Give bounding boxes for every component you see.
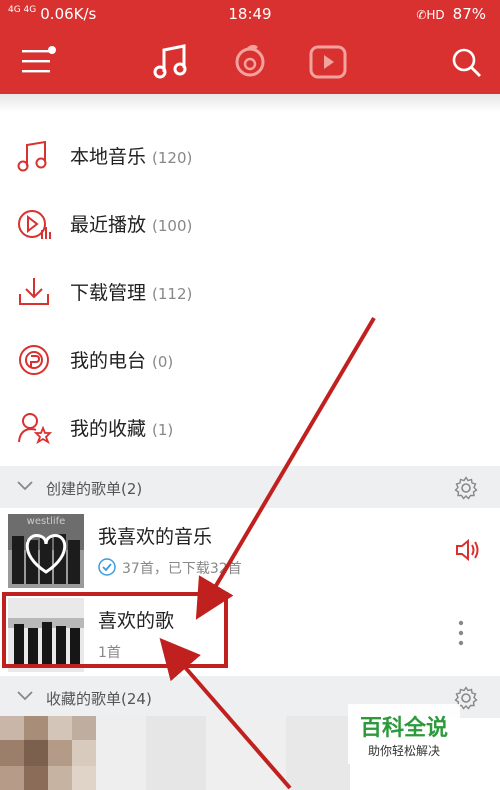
recent-play-icon bbox=[18, 210, 51, 239]
created-playlists-header[interactable]: 创建的歌单(2) bbox=[0, 466, 500, 508]
speaker-playing-icon[interactable] bbox=[454, 538, 480, 562]
more-options-icon[interactable] bbox=[458, 620, 464, 646]
menu-item-local-music[interactable]: 本地音乐 (120) bbox=[0, 122, 500, 190]
music-note-icon bbox=[17, 140, 47, 172]
menu-item-count: (120) bbox=[152, 149, 193, 167]
section-label: 创建的歌单(2) bbox=[46, 480, 143, 498]
menu-item-text: 我的收藏 (1) bbox=[70, 414, 173, 441]
battery-status: ✆HD 87% bbox=[416, 5, 486, 23]
menu-item-text: 我的电台 (0) bbox=[70, 346, 173, 373]
section-label: 收藏的歌单(24) bbox=[46, 690, 152, 708]
menu-item-count: (1) bbox=[152, 421, 174, 439]
top-toolbar bbox=[0, 30, 500, 94]
menu-item-count: (100) bbox=[152, 217, 193, 235]
menu-item-recent-play[interactable]: 最近播放 (100) bbox=[0, 190, 500, 258]
music-note-icon[interactable] bbox=[150, 42, 194, 82]
gear-icon[interactable] bbox=[454, 476, 478, 500]
menu-icon[interactable] bbox=[20, 46, 56, 76]
battery-level: 87% bbox=[452, 5, 486, 23]
menu-item-label: 我的收藏 bbox=[70, 418, 147, 440]
favorite-user-star-icon bbox=[18, 413, 52, 445]
menu-item-my-favorites[interactable]: 我的收藏 (1) bbox=[0, 394, 500, 462]
menu-item-count: (112) bbox=[152, 285, 193, 303]
menu-item-count: (0) bbox=[152, 353, 174, 371]
radio-icon bbox=[19, 345, 49, 375]
menu-item-text: 本地音乐 (120) bbox=[70, 142, 192, 169]
playlist-title: 我喜欢的音乐 bbox=[98, 526, 213, 548]
menu-item-label: 我的电台 bbox=[70, 350, 147, 372]
status-bar: 4G 4G 0.06K/s 18:49 ✆HD 87% bbox=[0, 0, 500, 30]
video-play-icon[interactable] bbox=[308, 44, 348, 80]
content-area: 本地音乐 (120) 最近播放 (100) 下载管理 (112) 我的电台 (0) 我的… bbox=[0, 94, 500, 790]
watermark-badge: 百科全说 助你轻松解决 bbox=[348, 704, 460, 764]
watermark-title: 百科全说 bbox=[359, 716, 448, 741]
menu-item-label: 下载管理 bbox=[70, 282, 147, 304]
cover-brand-text: westlife bbox=[26, 516, 66, 527]
menu-item-text: 最近播放 (100) bbox=[70, 210, 192, 237]
shadow bbox=[0, 94, 500, 112]
menu-item-text: 下载管理 (112) bbox=[70, 278, 192, 305]
netease-radio-icon[interactable] bbox=[230, 40, 270, 82]
playlist-subtitle: 37首，已下载32首 bbox=[98, 558, 242, 578]
watermark-subtitle: 助你轻松解决 bbox=[367, 744, 440, 758]
playlist-cover: westlife bbox=[8, 514, 84, 588]
menu-item-my-radio[interactable]: 我的电台 (0) bbox=[0, 326, 500, 394]
downloaded-check-icon bbox=[98, 558, 116, 576]
highlight-box bbox=[2, 592, 228, 668]
playlist-subtitle-text: 37首，已下载32首 bbox=[122, 561, 242, 577]
menu-item-download-manager[interactable]: 下载管理 (112) bbox=[0, 258, 500, 326]
download-icon bbox=[19, 278, 49, 305]
menu-item-label: 最近播放 bbox=[70, 214, 147, 236]
chevron-down-icon bbox=[17, 691, 33, 701]
playlist-item-liked-music[interactable]: westlife 我喜欢的音乐 37首，已下载32首 bbox=[0, 508, 500, 592]
chevron-down-icon bbox=[17, 481, 33, 491]
search-icon[interactable] bbox=[450, 46, 484, 80]
call-hd-icon: ✆HD bbox=[416, 8, 445, 22]
menu-item-label: 本地音乐 bbox=[70, 146, 147, 168]
